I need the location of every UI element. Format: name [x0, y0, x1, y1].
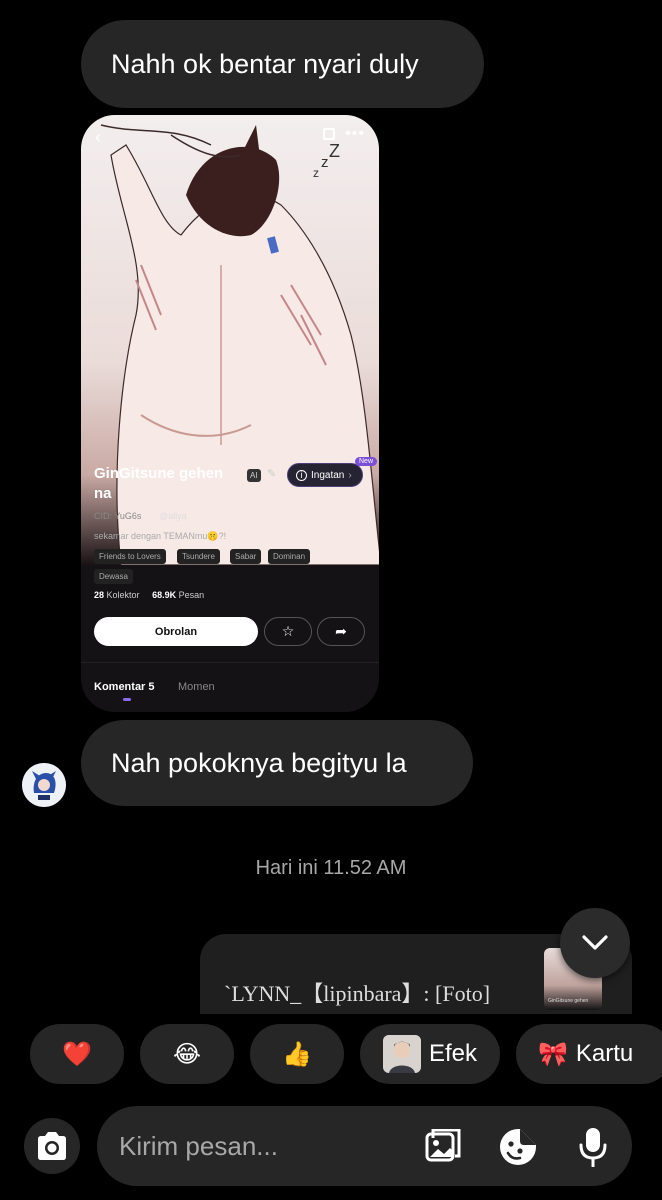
- svg-text:z: z: [321, 154, 329, 171]
- tab-comments: Komentar 5: [94, 681, 155, 693]
- tab-indicator: [123, 698, 131, 701]
- collectors-label: Kolektor: [106, 590, 140, 600]
- message-bubble[interactable]: Nah pokoknya begityu la: [81, 720, 473, 806]
- reaction-thumbs-up-button[interactable]: 👍: [250, 1024, 344, 1084]
- card-button[interactable]: 🎀 Kartu: [516, 1024, 662, 1084]
- tag-chip: Friends to Lovers: [94, 549, 166, 564]
- memory-label: Ingatan: [311, 469, 345, 481]
- more-icon: •••: [345, 125, 365, 142]
- character-id: CID: YuG6s: [94, 511, 142, 521]
- character-name: GinGitsune gehen na: [94, 465, 224, 502]
- star-icon: ☆: [264, 617, 312, 646]
- message-bubble[interactable]: Nahh ok bentar nyari duly: [81, 20, 484, 108]
- tag-chip: Sabar: [230, 549, 262, 564]
- shared-image-message[interactable]: z z Z ‹ ••• GinGitsune gehen na AI ✎ i I…: [81, 115, 379, 712]
- message-text: Nahh ok bentar nyari duly: [111, 48, 419, 79]
- gift-ribbon-icon: 🎀: [538, 1040, 568, 1068]
- bookmark-icon: [323, 128, 335, 140]
- quick-reactions-bar: ❤️ 😂 👍 Efek 🎀 Kartu: [0, 1022, 662, 1086]
- message-input[interactable]: [119, 1106, 409, 1186]
- info-icon: i: [296, 469, 307, 481]
- scroll-to-bottom-button[interactable]: [560, 908, 630, 978]
- sender-avatar[interactable]: [22, 763, 66, 807]
- messages-label: Pesan: [178, 590, 205, 600]
- messages-count: 68.9K: [152, 590, 177, 600]
- camera-icon: [38, 1132, 66, 1160]
- tag-chip: Dominan: [268, 549, 311, 564]
- effect-preview-image: [382, 1035, 421, 1073]
- reaction-heart-button[interactable]: ❤️: [30, 1024, 124, 1084]
- reaction-laughing-button[interactable]: 😂: [140, 1024, 234, 1084]
- effects-label: Efek: [428, 1040, 478, 1067]
- character-description: sekamar dengan TEMANmu🤫?!: [94, 531, 227, 541]
- sticker-icon[interactable]: [497, 1126, 539, 1168]
- camera-button[interactable]: [24, 1118, 80, 1174]
- shared-post-text: `LYNN_【lipinbara】: [Foto]: [224, 981, 491, 1006]
- tag-chip: Dewasa: [94, 569, 133, 584]
- heart-icon: ❤️: [62, 1040, 92, 1068]
- chevron-right-icon: ›: [348, 469, 352, 481]
- message-text: Nah pokoknya begityu la: [111, 747, 407, 778]
- effects-button[interactable]: Efek: [360, 1024, 500, 1084]
- chat-button: Obrolan: [94, 617, 258, 646]
- thumbs-up-icon: 👍: [282, 1040, 312, 1068]
- chevron-down-icon: [582, 935, 608, 950]
- ai-tag: AI: [247, 469, 261, 482]
- laughing-emoji-icon: 😂: [172, 1040, 202, 1068]
- timestamp: Hari ini 11.52 AM: [255, 857, 407, 879]
- share-icon: ➦: [317, 617, 365, 646]
- back-icon: ‹: [95, 127, 101, 147]
- memory-button: i Ingatan ›: [287, 463, 363, 487]
- collectors-count: 28: [94, 590, 105, 600]
- microphone-icon[interactable]: [572, 1126, 614, 1168]
- edit-icon: ✎: [267, 468, 277, 480]
- card-label: Kartu: [575, 1040, 634, 1067]
- tag-chip: Tsundere: [177, 549, 220, 564]
- svg-text:z: z: [313, 166, 319, 180]
- new-badge: New: [355, 457, 378, 466]
- character-stats: 28 Kolektor 68.9K Pesan: [94, 590, 204, 600]
- gallery-icon[interactable]: [422, 1126, 464, 1168]
- tab-moments: Momen: [178, 681, 215, 693]
- thumbnail-caption: GinGitsune gehen: [548, 998, 589, 1004]
- creator-handle: @aliya: [159, 511, 187, 521]
- message-composer: [97, 1106, 632, 1186]
